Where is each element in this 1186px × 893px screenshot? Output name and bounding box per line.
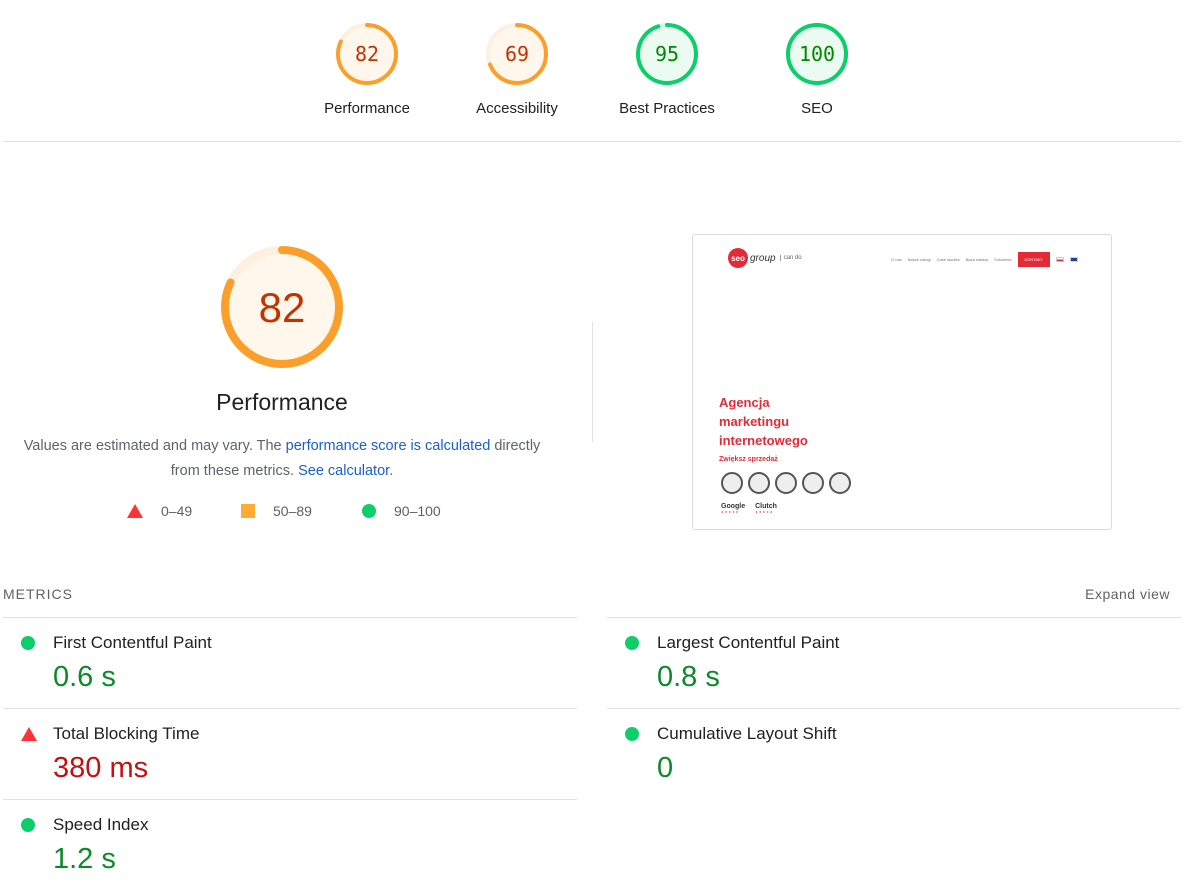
gauge-label: Performance <box>324 100 410 117</box>
site-nav-item: Case studies <box>936 257 960 262</box>
legend-label: 90–100 <box>394 503 441 519</box>
pass-circle-icon <box>21 818 35 832</box>
flag-pl-icon <box>1056 257 1065 262</box>
metric-value: 0.8 s <box>657 661 720 693</box>
metric-value: 380 ms <box>53 752 149 784</box>
review-stars: ★★★★★ <box>721 510 740 514</box>
metric-total-blocking-time: Total Blocking Time 380 ms <box>3 708 577 799</box>
vertical-divider <box>592 322 593 442</box>
headline-line: Agencja <box>719 395 770 410</box>
metric-name: Total Blocking Time <box>53 724 200 743</box>
legend-fail: 0–49 <box>127 503 192 519</box>
score-gauges-bar: 82 Performance 69 Accessibility 95 Best … <box>0 0 1186 142</box>
gauge-ring: 100 <box>786 23 848 85</box>
gauge-score: 100 <box>799 42 835 66</box>
flag-en-icon <box>1070 257 1079 262</box>
expand-view-toggle[interactable]: Expand view <box>1085 586 1170 602</box>
metrics-column-right: Largest Contentful Paint 0.8 s Cumulativ… <box>607 617 1181 799</box>
gauge-label: Best Practices <box>619 100 715 117</box>
review-stars: ★★★★★ <box>755 510 774 514</box>
gauge-best-practices[interactable]: 95 Best Practices <box>602 22 732 117</box>
metrics-column-left: First Contentful Paint 0.6 s Total Block… <box>3 617 577 890</box>
circle-icon <box>362 504 376 518</box>
award-badges <box>721 472 851 494</box>
site-headline: Agencja marketingu internetowego <box>719 393 808 450</box>
final-screenshot[interactable]: seo group can do O nas Nasze usługi Case… <box>692 234 1112 530</box>
award-laurel-icon <box>829 472 851 494</box>
see-calculator-link[interactable]: See calculator <box>298 463 389 479</box>
pass-circle-icon <box>625 636 639 650</box>
pass-circle-icon <box>21 636 35 650</box>
performance-summary: 82 Performance Values are estimated and … <box>0 245 564 484</box>
legend-label: 50–89 <box>273 503 312 519</box>
metric-value: 1.2 s <box>53 843 116 875</box>
metric-name: Cumulative Layout Shift <box>657 724 837 743</box>
logo-seo-badge: seo <box>728 248 748 268</box>
headline-line: marketingu <box>719 414 790 429</box>
metric-first-contentful-paint: First Contentful Paint 0.6 s <box>3 617 577 708</box>
metrics-header: METRICS <box>3 586 73 602</box>
site-nav-item: Nasze usługi <box>907 257 931 262</box>
gauge-score: 69 <box>505 42 529 66</box>
metric-speed-index: Speed Index 1.2 s <box>3 799 577 890</box>
award-laurel-icon <box>748 472 770 494</box>
gauge-score: 82 <box>259 284 306 331</box>
metric-name: Largest Contentful Paint <box>657 633 840 652</box>
review-badges: Google ★★★★★ Clutch ★★★★★ <box>721 503 777 514</box>
score-legend: 0–49 50–89 90–100 <box>0 503 564 523</box>
award-laurel-icon <box>775 472 797 494</box>
metric-name: First Contentful Paint <box>53 633 212 652</box>
gauge-accessibility[interactable]: 69 Accessibility <box>452 22 582 117</box>
metric-largest-contentful-paint: Largest Contentful Paint 0.8 s <box>607 617 1181 708</box>
review-clutch: Clutch ★★★★★ <box>755 503 777 514</box>
desc-text: Values are estimated and may vary. The <box>23 438 286 454</box>
award-laurel-icon <box>721 472 743 494</box>
review-name: Clutch <box>755 503 777 510</box>
gauge-score: 95 <box>655 42 679 66</box>
fail-triangle-icon <box>21 727 37 741</box>
metric-name: Speed Index <box>53 815 149 834</box>
metric-cumulative-layout-shift: Cumulative Layout Shift 0 <box>607 708 1181 799</box>
score-calculated-link[interactable]: performance score is calculated <box>286 438 491 454</box>
gauge-ring: 95 <box>636 23 698 85</box>
triangle-icon <box>127 504 143 518</box>
gauge-ring: 69 <box>486 23 548 85</box>
review-google: Google ★★★★★ <box>721 503 745 514</box>
performance-title: Performance <box>216 389 348 415</box>
site-nav: O nas Nasze usługi Case studies Baza wie… <box>891 252 1079 267</box>
site-contact-button: KONTAKT <box>1017 252 1051 267</box>
gauge-performance[interactable]: 82 Performance <box>302 22 432 117</box>
gauge-label: SEO <box>801 100 833 117</box>
desc-text: . <box>389 463 394 479</box>
logo-group-text: group <box>750 252 776 264</box>
square-icon <box>241 504 255 518</box>
award-laurel-icon <box>802 472 824 494</box>
performance-description: Values are estimated and may vary. The p… <box>22 434 542 484</box>
pass-circle-icon <box>625 727 639 741</box>
site-nav-item: Szkolenia <box>994 257 1012 262</box>
legend-average: 50–89 <box>241 503 312 519</box>
legend-label: 0–49 <box>161 503 193 519</box>
logo-can-do-text: can do <box>779 255 802 261</box>
gauge-score: 82 <box>355 42 379 66</box>
metric-value: 0.6 s <box>53 661 116 693</box>
site-nav-item: Baza wiedzy <box>965 257 989 262</box>
site-subline: Zwiększ sprzedaż <box>719 456 778 463</box>
headline-line: internetowego <box>719 433 808 448</box>
performance-gauge: 82 <box>221 246 343 368</box>
site-logo: seo group can do <box>728 248 802 268</box>
review-name: Google <box>721 503 746 510</box>
metric-value: 0 <box>657 752 674 784</box>
gauge-seo[interactable]: 100 SEO <box>752 22 882 117</box>
gauge-label: Accessibility <box>476 100 558 117</box>
site-nav-item: O nas <box>891 257 902 262</box>
gauge-ring: 82 <box>336 23 398 85</box>
header-divider <box>3 141 1182 142</box>
legend-pass: 90–100 <box>362 503 441 519</box>
